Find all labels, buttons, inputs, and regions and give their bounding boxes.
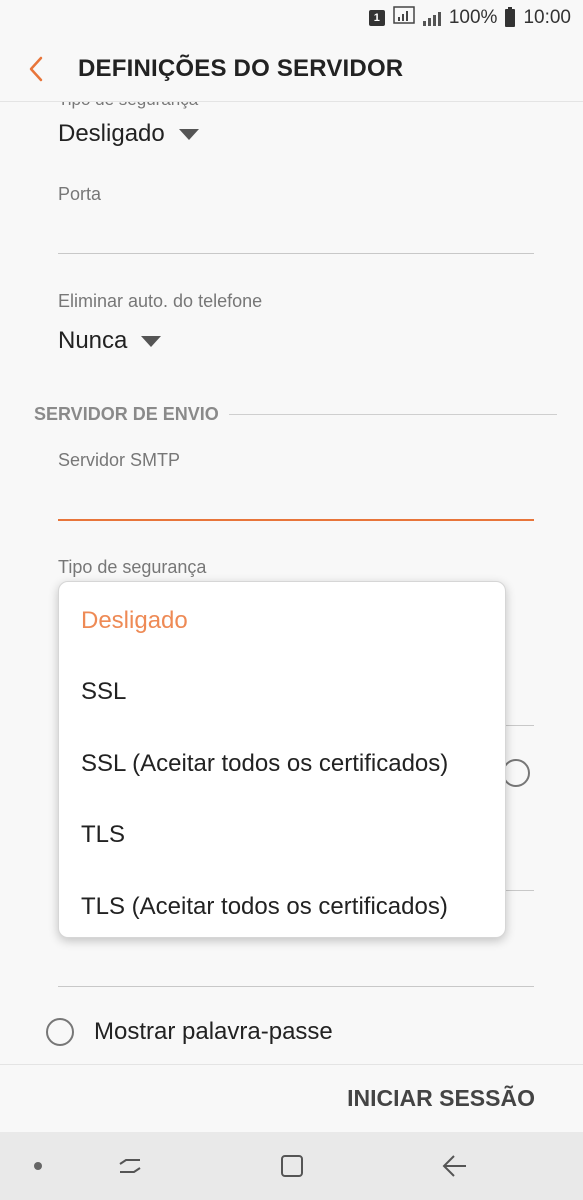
status-bar: 1 100% 10:00 — [0, 0, 583, 36]
incoming-security-label: Tipo de segurança — [58, 102, 198, 110]
auto-delete-value: Nunca — [58, 327, 128, 354]
section-divider — [228, 414, 557, 415]
back-icon[interactable] — [440, 1152, 468, 1180]
navigation-bar — [0, 1132, 583, 1200]
app-header: DEFINIÇÕES DO SERVIDOR — [0, 36, 583, 102]
battery-icon — [505, 7, 516, 27]
section-title: SERVIDOR DE ENVIO — [34, 404, 219, 424]
back-button[interactable] — [0, 36, 78, 102]
dropdown-option-off[interactable]: Desligado — [59, 585, 505, 657]
show-password-checkbox[interactable] — [46, 1018, 74, 1046]
outgoing-security-label: Tipo de segurança — [58, 557, 207, 577]
sign-in-button[interactable]: INICIAR SESSÃO — [347, 1085, 535, 1112]
port-label: Porta — [58, 184, 102, 204]
port-input[interactable] — [58, 212, 534, 252]
battery-percent: 100% — [448, 7, 498, 28]
clock: 10:00 — [523, 7, 571, 28]
outgoing-section-header: SERVIDOR DE ENVIO — [34, 404, 557, 425]
dropdown-option-tls-accept-all[interactable]: TLS (Aceitar todos os certificados) — [59, 871, 505, 943]
port-underline — [58, 253, 534, 254]
signal-strength-icon — [422, 10, 441, 26]
smtp-underline — [58, 519, 534, 521]
show-password-row[interactable]: Mostrar palavra-passe — [46, 1018, 333, 1046]
security-type-dropdown: Desligado SSL SSL (Aceitar todos os cert… — [58, 581, 506, 938]
action-bar: INICIAR SESSÃO — [0, 1064, 583, 1132]
auto-delete-label: Eliminar auto. do telefone — [58, 291, 263, 311]
hidden-radio[interactable] — [502, 759, 530, 787]
dot-icon[interactable] — [34, 1162, 42, 1170]
home-icon[interactable] — [278, 1152, 306, 1180]
smtp-input[interactable] — [58, 478, 534, 518]
chevron-left-icon — [29, 56, 43, 81]
sim-signal-icon — [393, 6, 415, 30]
incoming-security-select[interactable]: Desligado — [58, 120, 199, 148]
recent-apps-icon[interactable] — [116, 1152, 144, 1180]
auto-delete-select[interactable]: Nunca — [58, 327, 162, 355]
dropdown-option-ssl[interactable]: SSL — [59, 657, 505, 729]
incoming-security-value: Desligado — [58, 120, 165, 147]
password-underline — [58, 986, 534, 987]
page-title: DEFINIÇÕES DO SERVIDOR — [78, 54, 404, 82]
show-password-label: Mostrar palavra-passe — [94, 1018, 333, 1045]
dropdown-option-ssl-accept-all[interactable]: SSL (Aceitar todos os certificados) — [59, 728, 505, 800]
dropdown-arrow-icon — [178, 128, 199, 140]
dropdown-option-tls[interactable]: TLS — [59, 800, 505, 872]
smtp-label: Servidor SMTP — [58, 450, 181, 470]
notification-badge-icon: 1 — [368, 10, 385, 26]
dropdown-arrow-icon — [141, 335, 162, 347]
